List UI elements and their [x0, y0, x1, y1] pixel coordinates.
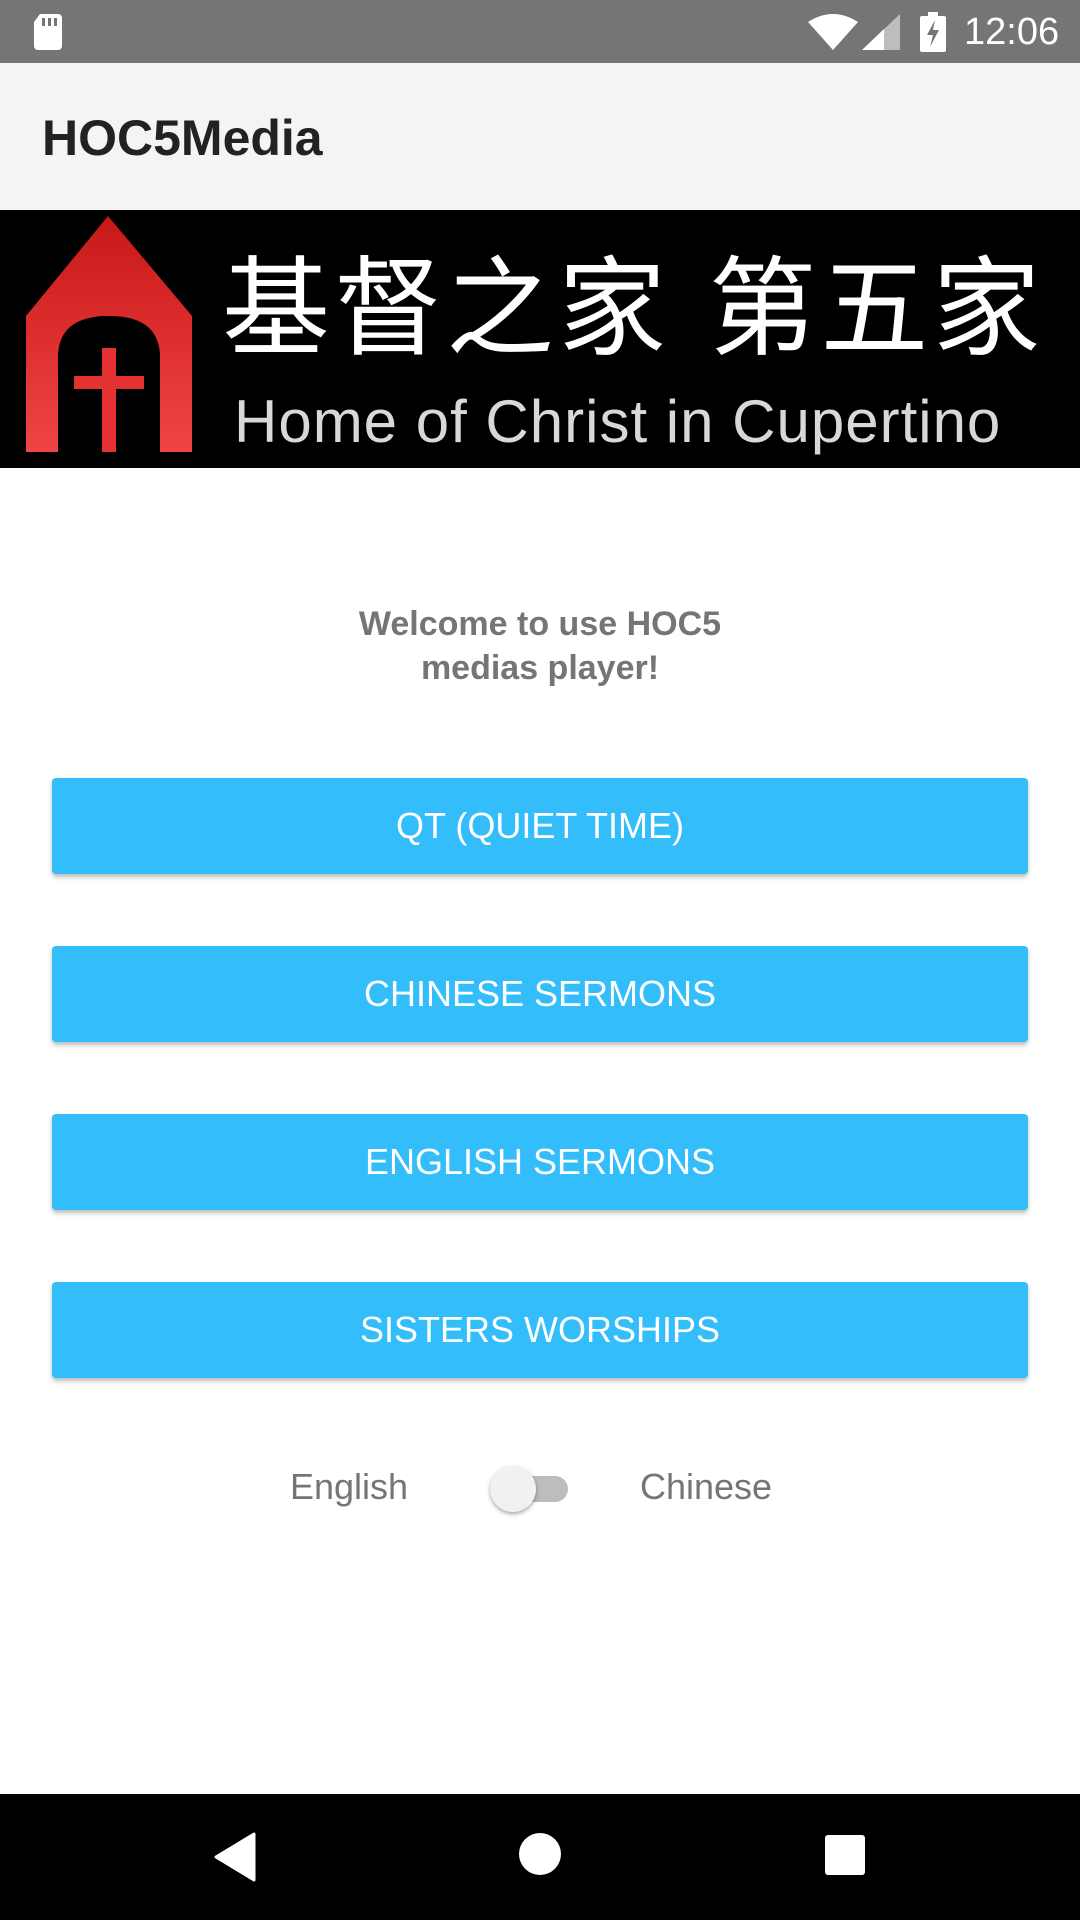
church-english-name: Home of Christ in Cupertino — [234, 388, 1002, 455]
wifi-icon — [808, 14, 858, 50]
battery-charging-icon — [920, 12, 946, 52]
church-chinese-name: 基督之家 第五家 — [222, 247, 1045, 372]
navigation-bar — [0, 1794, 1080, 1920]
status-time: 12:06 — [964, 11, 1060, 53]
sd-card-icon — [34, 14, 62, 50]
switch-thumb — [490, 1466, 536, 1512]
welcome-line-1: Welcome to use HOC5 — [358, 605, 722, 643]
welcome-line-2: medias player! — [420, 649, 660, 687]
church-cross-icon — [26, 216, 192, 452]
back-icon[interactable] — [212, 1832, 258, 1882]
sisters-worships-button[interactable]: SISTERS WORSHIPS — [52, 1282, 1028, 1378]
screen: 12:06 HOC5Media 基督之家 第五家 Home of Christ … — [0, 0, 1080, 1920]
chinese-sermons-button[interactable]: CHINESE SERMONS — [52, 946, 1028, 1042]
status-bar: 12:06 — [0, 0, 1080, 63]
language-switch[interactable] — [490, 1464, 572, 1514]
cell-signal-icon — [862, 14, 900, 50]
qt-button[interactable]: QT (QUIET TIME) — [52, 778, 1028, 874]
recents-icon[interactable] — [824, 1834, 866, 1876]
app-bar: HOC5Media — [0, 63, 1080, 210]
english-sermons-button[interactable]: ENGLISH SERMONS — [52, 1114, 1028, 1210]
english-label: English — [290, 1466, 409, 1507]
home-icon[interactable] — [518, 1832, 562, 1876]
app-title: HOC5Media — [42, 110, 323, 166]
chinese-label: Chinese — [640, 1466, 773, 1507]
welcome-message: Welcome to use HOC5 medias player! — [290, 602, 790, 690]
